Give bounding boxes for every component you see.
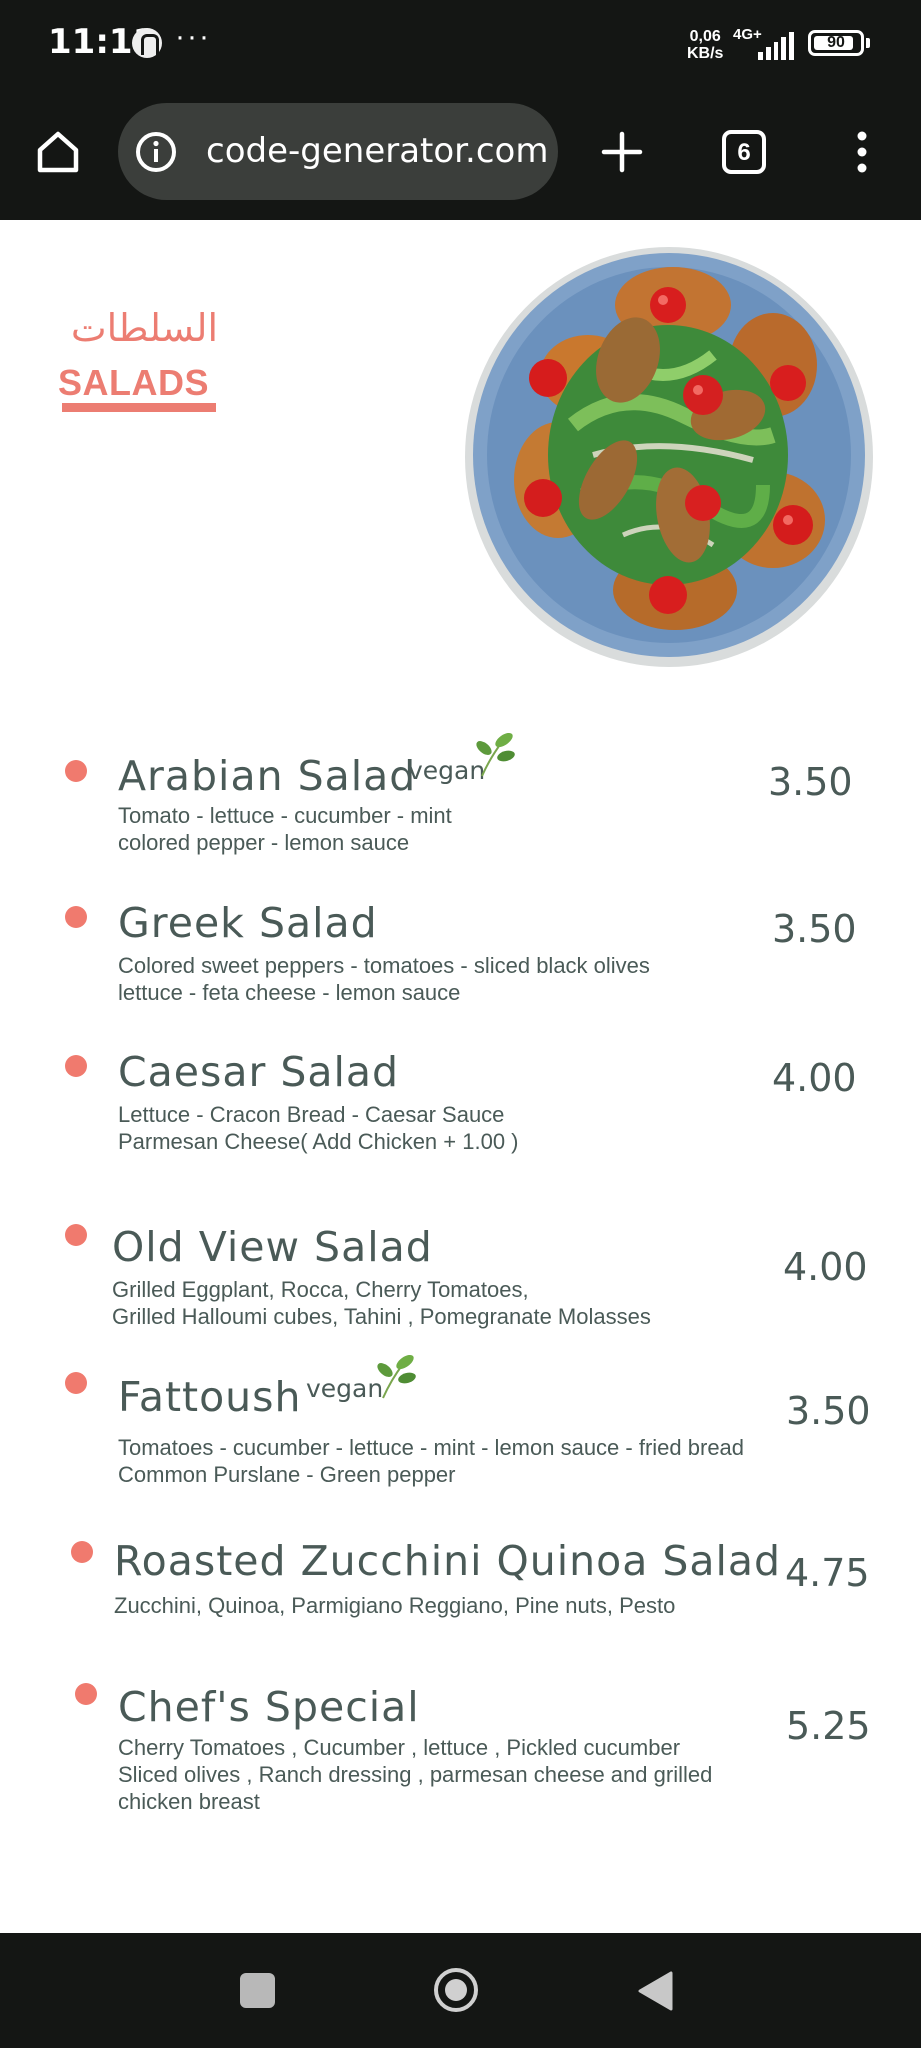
bullet-dot bbox=[65, 1055, 87, 1077]
home-nav-button[interactable] bbox=[432, 1966, 480, 2014]
bullet-dot bbox=[65, 760, 87, 782]
bullet-dot bbox=[65, 1372, 87, 1394]
battery-icon: 90 bbox=[808, 30, 864, 56]
battery-tip bbox=[866, 38, 870, 48]
new-tab-icon[interactable] bbox=[598, 128, 646, 176]
do-not-disturb-icon bbox=[132, 28, 162, 58]
menu-item-description: Parmesan Cheese( Add Chicken + 1.00 ) bbox=[118, 1129, 519, 1154]
network-speed: 0,06 KB/s bbox=[687, 28, 723, 62]
menu-item-price: 4.00 bbox=[783, 1245, 868, 1289]
menu-item-price: 3.50 bbox=[772, 907, 857, 951]
menu-item-name: Old View Salad bbox=[112, 1223, 433, 1271]
menu-item-description: Grilled Halloumi cubes, Tahini , Pomegra… bbox=[112, 1304, 651, 1329]
back-nav-button[interactable] bbox=[637, 1971, 675, 2011]
url-text[interactable]: code-generator.com bbox=[206, 131, 548, 171]
system-navigation-bar bbox=[0, 1933, 921, 2048]
menu-item-description: Cherry Tomatoes , Cucumber , lettuce , P… bbox=[118, 1735, 681, 1760]
browser-top-bar: 11:11 ··· 0,06 KB/s 4G+ 90 code-generato… bbox=[0, 0, 921, 220]
menu-item-price: 5.25 bbox=[786, 1704, 871, 1748]
vegan-tag: vegan bbox=[306, 1374, 384, 1403]
vegan-leaf-icon bbox=[476, 732, 515, 777]
more-options-icon[interactable] bbox=[848, 128, 876, 176]
menu-item-name: Arabian Salad bbox=[118, 752, 417, 800]
arabic-section-title: السلطات bbox=[70, 306, 218, 350]
menu-item-description: Tomato - lettuce - cucumber - mint bbox=[118, 803, 452, 828]
menu-item-price: 3.50 bbox=[786, 1389, 871, 1433]
bullet-dot bbox=[71, 1541, 93, 1563]
menu-item-description: Common Purslane - Green pepper bbox=[118, 1462, 456, 1487]
menu-item-description: Sliced olives , Ranch dressing , parmesa… bbox=[118, 1762, 713, 1787]
menu-item-description: Tomatoes - cucumber - lettuce - mint - l… bbox=[118, 1435, 745, 1460]
menu-item-description: Zucchini, Quinoa, Parmigiano Reggiano, P… bbox=[114, 1593, 676, 1618]
bullet-dot bbox=[75, 1683, 97, 1705]
section-title: SALADS bbox=[58, 362, 210, 403]
vegan-leaf-icon bbox=[377, 1354, 416, 1399]
recent-apps-button[interactable] bbox=[240, 1973, 275, 2008]
menu-item-description: Lettuce - Cracon Bread - Caesar Sauce bbox=[118, 1102, 505, 1127]
home-icon[interactable] bbox=[34, 128, 82, 176]
menu-item-price: 3.50 bbox=[768, 760, 853, 804]
menu-item-description: colored pepper - lemon sauce bbox=[118, 830, 410, 855]
menu-item-name: Greek Salad bbox=[118, 899, 378, 947]
menu-item-description: Grilled Eggplant, Rocca, Cherry Tomatoes… bbox=[112, 1277, 529, 1302]
section-title-underline bbox=[62, 403, 216, 412]
menu-item-name: Caesar Salad bbox=[118, 1048, 400, 1096]
menu-item-name: Roasted Zucchini Quinoa Salad bbox=[114, 1537, 782, 1585]
site-info-icon[interactable] bbox=[135, 131, 177, 173]
menu-item-description: lettuce - feta cheese - lemon sauce bbox=[118, 980, 461, 1005]
menu-item-name: Fattoush bbox=[118, 1373, 302, 1421]
salad-bowl-image bbox=[465, 247, 873, 667]
bullet-dot bbox=[65, 906, 87, 928]
more-notifications-indicator: ··· bbox=[175, 20, 211, 53]
battery-percent: 90 bbox=[827, 34, 845, 51]
menu-item-description: Colored sweet peppers - tomatoes - slice… bbox=[118, 953, 650, 978]
bullet-dot bbox=[65, 1224, 87, 1246]
menu-item-description: chicken breast bbox=[118, 1789, 260, 1814]
menu-item-price: 4.75 bbox=[785, 1551, 870, 1595]
tab-switcher-button[interactable]: 6 bbox=[722, 130, 766, 174]
network-speed-unit: KB/s bbox=[687, 45, 724, 62]
signal-strength-icon bbox=[758, 32, 794, 60]
address-bar[interactable]: code-generator.com bbox=[118, 103, 558, 200]
network-speed-value: 0,06 bbox=[689, 28, 721, 45]
menu-item-price: 4.00 bbox=[772, 1056, 857, 1100]
menu-item-name: Chef's Special bbox=[118, 1683, 420, 1731]
